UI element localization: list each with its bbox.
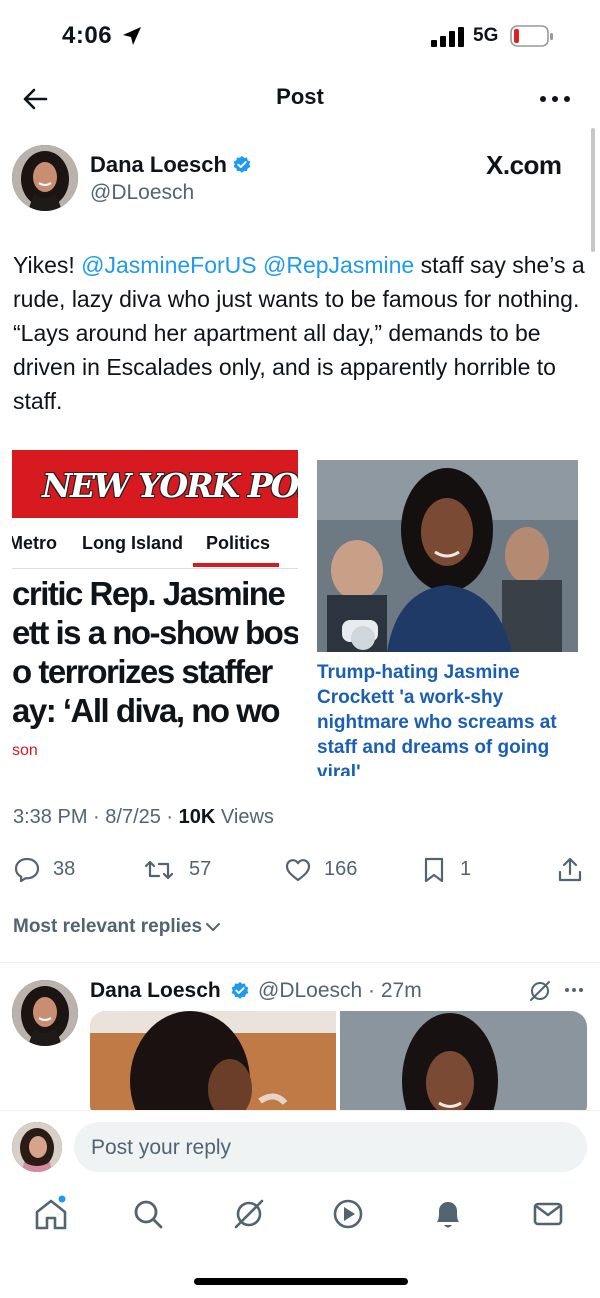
nyp-nav-item: Metro — [12, 533, 57, 553]
avatar-image — [12, 145, 78, 211]
author-avatar[interactable] — [12, 145, 78, 211]
repost-icon — [144, 860, 174, 880]
nyp-headline-line: ett is a no-show bos — [12, 614, 298, 651]
share-button[interactable] — [556, 850, 586, 890]
nyp-divider — [12, 568, 298, 569]
like-button[interactable]: 166 — [284, 850, 374, 890]
top-nav: Post — [0, 72, 600, 126]
reply-avatar[interactable] — [12, 980, 78, 1046]
avatar-image — [12, 1122, 62, 1172]
nyp-nav-item-active: Politics — [206, 533, 271, 553]
nyp-headline-line: o terrorizes staffer — [12, 653, 273, 690]
nyp-screenshot[interactable]: NEW YORK POST Metro Long Island Politics… — [12, 450, 298, 776]
article-screenshot[interactable]: Trump-hating Jasmine Crockett 'a work-sh… — [317, 460, 578, 776]
post-media[interactable]: NEW YORK POST Metro Long Island Politics… — [12, 450, 578, 776]
divider — [0, 962, 600, 963]
nyp-tag: son — [12, 742, 38, 759]
mention-link-repjasmine[interactable]: @RepJasmine — [263, 252, 414, 278]
heart-icon — [285, 859, 311, 882]
article-photo — [317, 460, 578, 652]
signal-bars-icon — [431, 27, 464, 47]
status-time: 4:06 — [62, 22, 113, 49]
replies-sort-label: Most relevant replies — [13, 916, 203, 937]
repost-button[interactable]: 57 — [143, 850, 223, 890]
replies-sort-toggle[interactable]: Most relevant replies — [13, 916, 222, 938]
bookmark-count: 1 — [460, 858, 472, 880]
verified-badge-icon — [233, 155, 251, 173]
post-author: Dana Loesch @DLoesch X.com — [0, 140, 600, 220]
more-horizontal-icon[interactable] — [538, 84, 572, 114]
bottom-tab-bar — [0, 1182, 600, 1252]
nyp-nav-item: Long Island — [82, 533, 183, 553]
post-text-intro: Yikes! — [13, 252, 82, 278]
location-arrow-icon — [123, 27, 141, 45]
author-handle[interactable]: @DLoesch — [90, 181, 194, 205]
page-title: Post — [276, 84, 324, 109]
more-horizontal-icon[interactable] — [563, 979, 585, 1001]
reply-item[interactable]: Dana Loesch @DLoesch · 27m — [0, 975, 600, 1110]
nyp-masthead-bar: NEW YORK POST — [12, 450, 298, 518]
nyp-headline-line: critic Rep. Jasmine — [12, 575, 286, 612]
messages-icon[interactable] — [528, 1194, 568, 1234]
post-meta: 3:38 PM · 8/7/25 · 10K Views — [13, 806, 274, 828]
battery-low-icon — [510, 25, 553, 47]
article-photo-image — [317, 460, 578, 652]
nyp-nav-underline — [193, 563, 279, 567]
grok-icon[interactable] — [229, 1194, 269, 1234]
avatar-image — [12, 980, 78, 1046]
reply-handle-time: @DLoesch · 27m — [258, 979, 422, 1002]
network-label: 5G — [473, 25, 499, 46]
home-icon[interactable] — [31, 1194, 71, 1234]
article-headline[interactable]: Trump-hating Jasmine Crockett 'a work-sh… — [317, 660, 575, 776]
search-icon[interactable] — [128, 1194, 168, 1234]
current-user-avatar[interactable] — [12, 1122, 62, 1172]
grok-icon[interactable] — [528, 979, 552, 1003]
post-actions: 38 57 166 1 — [0, 850, 600, 890]
reply-icon — [14, 857, 40, 883]
like-count: 166 — [324, 858, 358, 880]
reply-count: 38 — [53, 858, 76, 880]
source-label: X.com — [486, 150, 562, 180]
author-name[interactable]: Dana Loesch — [90, 152, 227, 178]
views-count: 10K — [178, 806, 216, 828]
repost-count: 57 — [189, 858, 212, 880]
post-text: Yikes! @JasmineForUS @RepJasmine staff s… — [13, 248, 593, 418]
nyp-headline-line: ay: ‘All diva, no wo — [12, 692, 281, 729]
reply-media[interactable] — [90, 1011, 587, 1110]
reply-input[interactable]: Post your reply — [74, 1122, 587, 1172]
nyp-logo: NEW YORK POST — [42, 466, 298, 505]
verified-badge-icon — [231, 981, 249, 999]
share-icon — [558, 857, 582, 882]
post-time: 3:38 PM — [13, 806, 88, 828]
bookmark-button[interactable]: 1 — [422, 850, 482, 890]
views-label: Views — [220, 806, 274, 828]
reply-button[interactable]: 38 — [13, 850, 93, 890]
reply-media-images — [90, 1011, 587, 1110]
reply-composer: Post your reply — [0, 1110, 600, 1182]
reply-author-name[interactable]: Dana Loesch — [90, 979, 221, 1003]
nyp-headline: critic Rep. Jasmine ett is a no-show bos… — [12, 574, 298, 730]
mention-link-jasmineforus[interactable]: @JasmineForUS — [81, 252, 256, 278]
chevron-down-icon — [206, 922, 221, 931]
scroll-indicator — [591, 128, 595, 252]
bookmark-icon — [424, 857, 444, 883]
post-date: 8/7/25 — [105, 806, 161, 828]
video-icon[interactable] — [328, 1194, 368, 1234]
home-indicator — [194, 1278, 408, 1285]
status-bar: 4:06 5G — [0, 0, 600, 72]
notifications-icon[interactable] — [428, 1194, 468, 1234]
nyp-nav: Metro Long Island Politics — [12, 520, 298, 568]
